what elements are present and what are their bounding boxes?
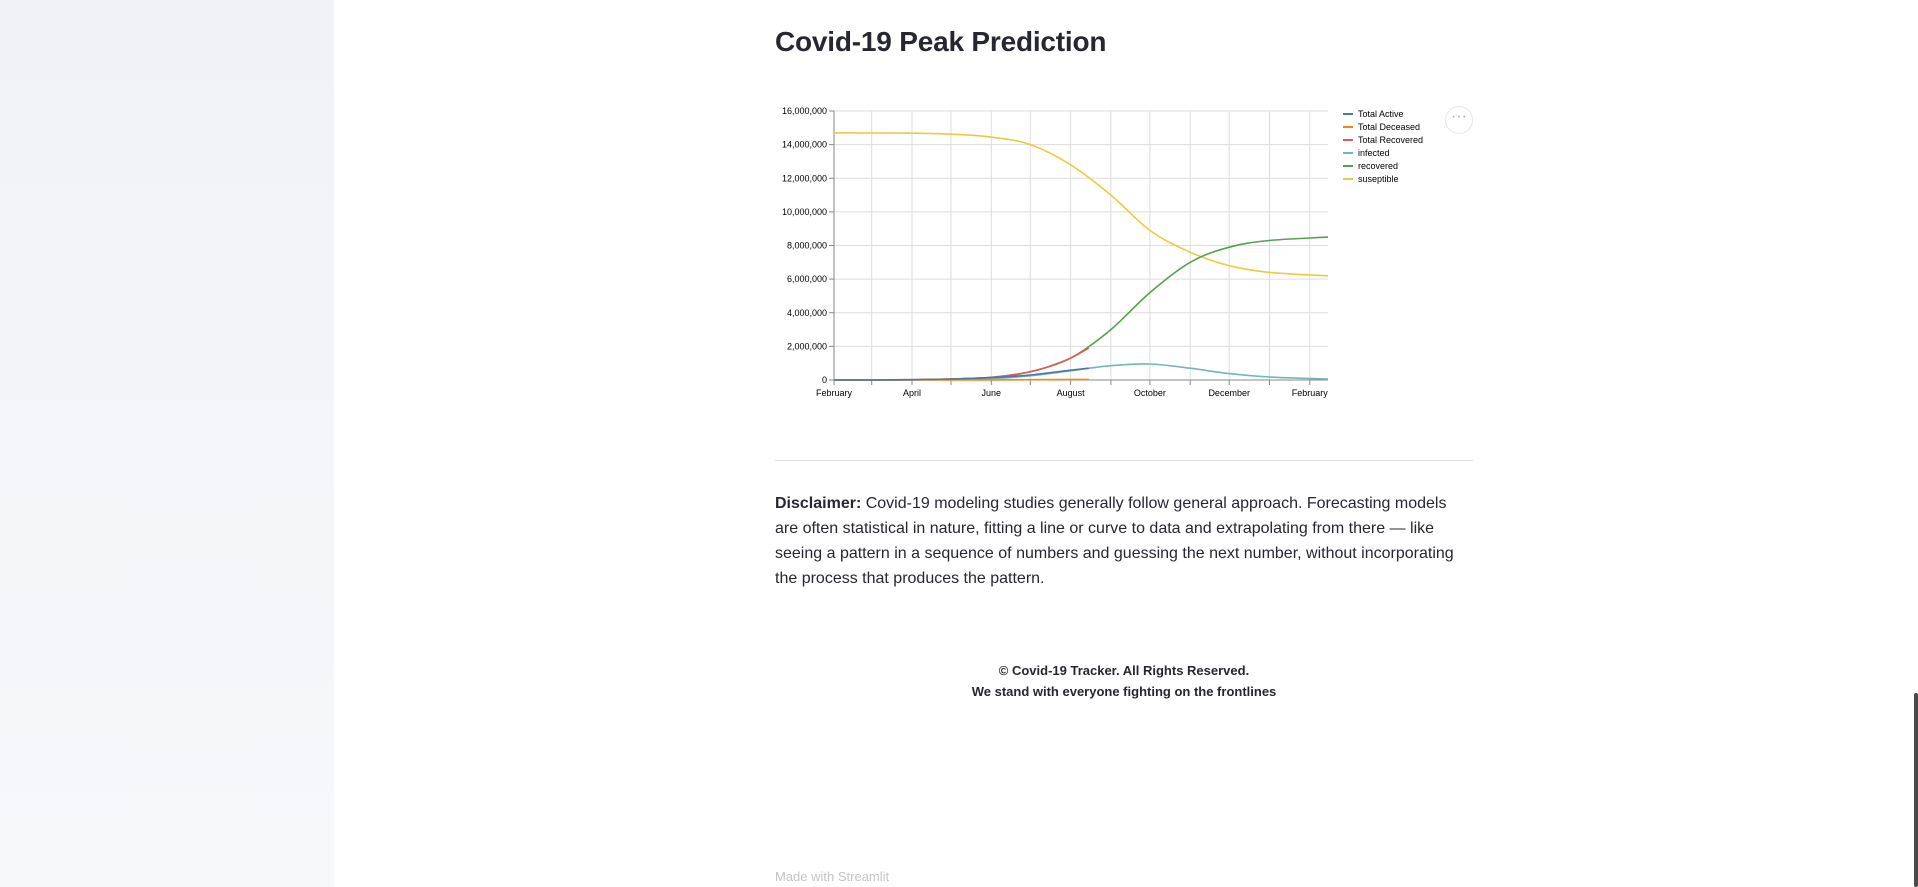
series-line-suseptible: [833, 132, 1329, 277]
page-title: Covid-19 Peak Prediction: [775, 26, 1107, 57]
x-tick-label: February: [816, 388, 853, 398]
y-tick-label: 16,000,000: [782, 106, 827, 116]
x-tick-label: October: [1134, 388, 1166, 398]
y-tick-label: 8,000,000: [787, 241, 827, 251]
x-tick-label: August: [1057, 388, 1086, 398]
legend-label: Total Recovered: [1358, 135, 1423, 145]
line-chart: 0 2,000,000 4,000,000 6,000,000 8,000,000 10,…: [782, 106, 1423, 398]
legend-label: Total Deceased: [1358, 122, 1420, 132]
chart-menu-button[interactable]: ···: [1445, 106, 1473, 134]
series-line-recovered: [833, 236, 1329, 381]
x-tick-label: April: [903, 388, 921, 398]
footer: © Covid-19 Tracker. All Rights Reserved.…: [775, 660, 1473, 702]
x-tick-label: December: [1208, 388, 1250, 398]
y-tick-label: 10,000,000: [782, 207, 827, 217]
chart-container: 0 2,000,000 4,000,000 6,000,000 8,000,000 10,…: [775, 100, 1473, 410]
y-tick-label: 14,000,000: [782, 140, 827, 150]
y-tick-label: 2,000,000: [787, 341, 827, 351]
divider: [775, 460, 1473, 461]
series-line-infected: [833, 363, 1329, 381]
footer-copyright: © Covid-19 Tracker. All Rights Reserved.: [998, 663, 1250, 678]
y-tick-label: 4,000,000: [787, 308, 827, 318]
legend-label: Total Active: [1358, 109, 1404, 119]
sidebar: [0, 0, 334, 887]
y-tick-label: 6,000,000: [787, 274, 827, 284]
disclaimer-text: Covid-19 modeling studies generally foll…: [775, 495, 1454, 587]
x-tick-label: June: [982, 388, 1002, 398]
page-scrollbar[interactable]: [1914, 693, 1918, 887]
y-tick-label: 0: [822, 375, 827, 385]
more-horizontal-icon: ···: [1451, 108, 1467, 125]
legend-label: infected: [1358, 148, 1390, 158]
disclaimer: Disclaimer: Covid-19 modeling studies ge…: [775, 491, 1473, 591]
x-tick-label: February: [1292, 388, 1329, 398]
disclaimer-label: Disclaimer:: [775, 495, 862, 512]
main-content: Covid-19 Peak Prediction 0 2,000,000 4,000…: [775, 0, 1473, 887]
footer-tagline: We stand with everyone fighting on the f…: [971, 684, 1277, 699]
legend-label: recovered: [1358, 161, 1398, 171]
y-tick-label: 12,000,000: [782, 173, 827, 183]
series-line-total-recovered: [833, 347, 1090, 381]
made-with-streamlit-link[interactable]: Made with Streamlit: [775, 869, 889, 884]
legend-label: suseptible: [1358, 174, 1399, 184]
